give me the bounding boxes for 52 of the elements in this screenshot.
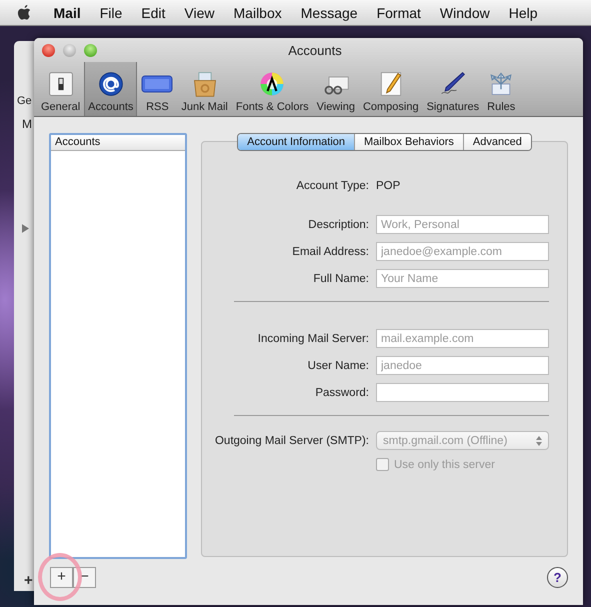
up-down-arrows-icon: [536, 436, 542, 446]
field-label: Email Address:: [291, 246, 369, 258]
toolbar-label: Ge: [17, 95, 32, 107]
column-header: M: [22, 117, 32, 131]
disclosure-triangle-icon[interactable]: [22, 224, 29, 233]
toolbar-tab[interactable]: Rules: [483, 62, 520, 116]
field-label: Account Type:: [295, 180, 369, 192]
menu-item[interactable]: File: [90, 4, 132, 20]
toolbar-tab[interactable]: Composing: [358, 62, 423, 116]
tab[interactable]: Mailbox Behaviors: [354, 134, 463, 150]
field-label: Outgoing Mail Server (SMTP):: [214, 434, 369, 446]
field-label: Incoming Mail Server:: [256, 332, 369, 344]
menu-item[interactable]: View: [174, 4, 224, 20]
window-title: Accounts: [288, 42, 342, 58]
at-sign-icon: [96, 70, 125, 98]
text-field[interactable]: Your Name: [376, 269, 549, 288]
text-field[interactable]: janedoe@example.com: [376, 242, 549, 261]
toolbar-tab[interactable]: Signatures: [422, 62, 484, 116]
zoom-button[interactable]: [84, 44, 97, 56]
field-label: Description:: [307, 218, 369, 230]
menu-item[interactable]: Mailbox: [224, 4, 292, 20]
text-field[interactable]: janedoe: [376, 356, 549, 375]
text-field[interactable]: Work, Personal: [376, 215, 549, 234]
list-header: Accounts: [51, 135, 185, 151]
highlight-circle: [38, 553, 82, 601]
field-label: Full Name:: [312, 272, 369, 284]
field-label: Password:: [314, 386, 369, 398]
toolbar-tab[interactable]: RSS: [137, 62, 178, 116]
add-button[interactable]: +: [24, 572, 33, 589]
help-button[interactable]: ?: [547, 567, 568, 588]
tab[interactable]: Account Information: [238, 134, 354, 150]
close-button[interactable]: [42, 44, 55, 56]
color-wheel-icon: [258, 70, 286, 98]
menu-item[interactable]: Window: [430, 4, 500, 20]
toolbar-tab[interactable]: Junk Mail: [177, 62, 232, 116]
tab[interactable]: Advanced: [462, 134, 531, 150]
add-button[interactable]: +: [50, 567, 73, 588]
text-field[interactable]: [376, 383, 549, 402]
toolbar-tab[interactable]: Accounts: [84, 62, 138, 116]
menu-item[interactable]: Help: [499, 4, 548, 20]
toolbar-tab[interactable]: Fonts & Colors: [232, 62, 313, 116]
field-label: User Name:: [306, 360, 369, 372]
apple-logo-icon[interactable]: [17, 4, 32, 21]
account-type-value: POP: [376, 180, 402, 192]
toolbar-tab[interactable]: Viewing: [312, 62, 359, 116]
menu-item[interactable]: Message: [291, 4, 368, 20]
menu-item[interactable]: Format: [367, 4, 430, 20]
text-field[interactable]: mail.example.com: [376, 329, 549, 348]
switch-icon: [46, 70, 75, 98]
menu-item[interactable]: Edit: [132, 4, 175, 20]
toolbar-tab[interactable]: General: [37, 62, 84, 116]
menu-item[interactable]: Mail: [44, 4, 90, 20]
